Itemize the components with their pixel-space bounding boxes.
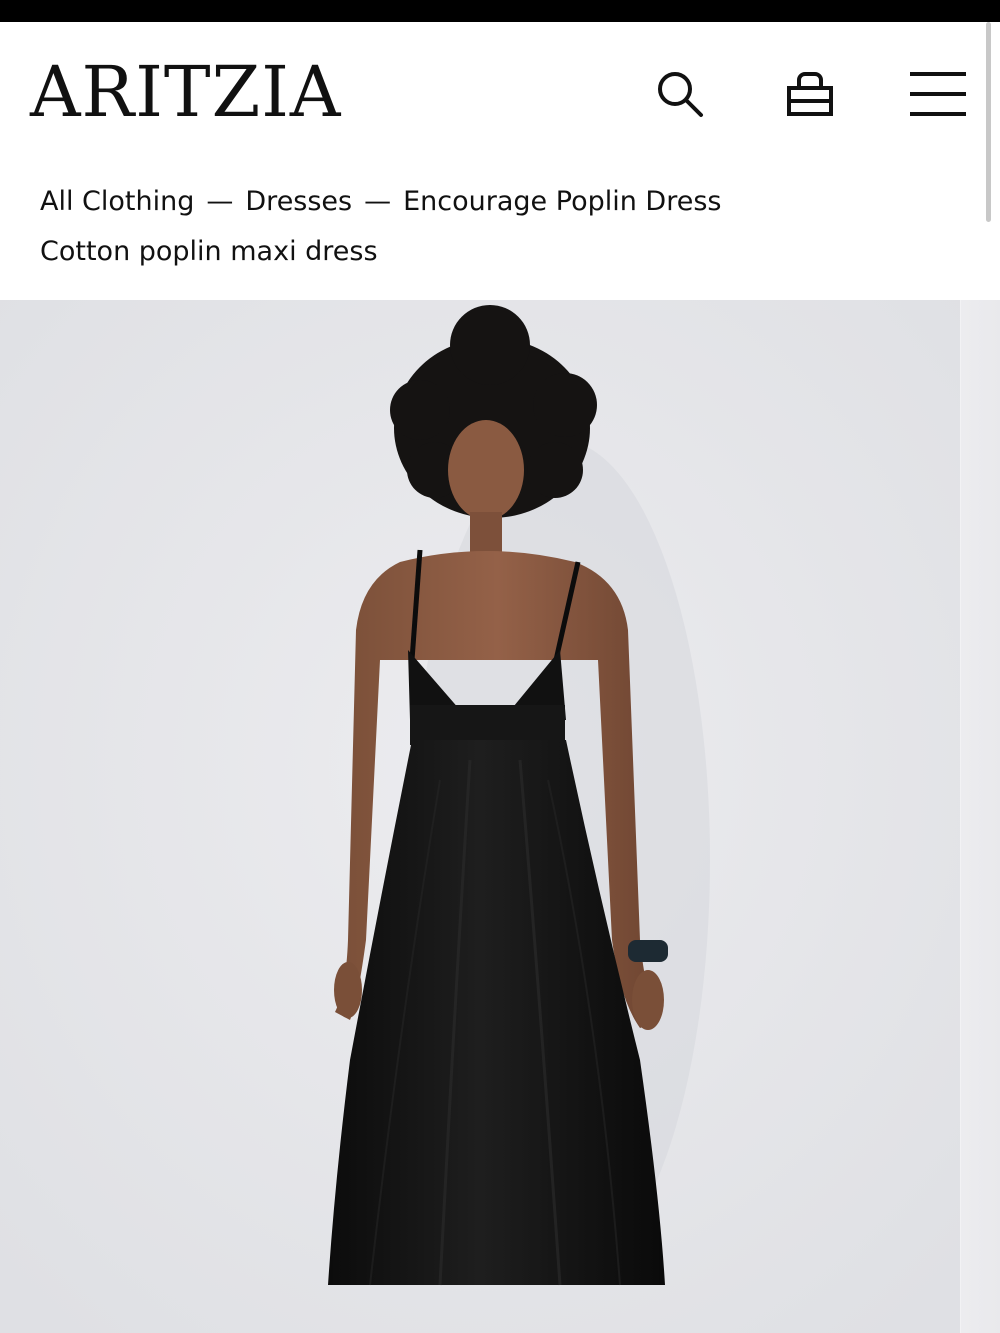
breadcrumb-separator: — — [206, 186, 234, 217]
product-subtitle: Cotton poplin maxi dress — [40, 236, 378, 267]
breadcrumb-current-product: Encourage Poplin Dress — [403, 186, 722, 217]
search-icon — [658, 72, 703, 117]
shopping-bag-button[interactable] — [780, 64, 840, 124]
product-page: ARITZIA All Clothing — Dresses — Encoura… — [0, 0, 1000, 1333]
scrollbar-thumb[interactable] — [986, 22, 991, 222]
breadcrumb-dresses[interactable]: Dresses — [245, 186, 352, 217]
brand-logo[interactable]: ARITZIA — [30, 52, 341, 132]
status-bar — [0, 0, 1000, 22]
model-photo — [0, 300, 960, 1333]
search-button[interactable] — [650, 64, 710, 124]
product-image[interactable] — [0, 300, 960, 1333]
breadcrumb-all-clothing[interactable]: All Clothing — [40, 186, 194, 217]
menu-icon — [910, 72, 966, 116]
breadcrumb: All Clothing — Dresses — Encourage Poplin Dr… — [40, 182, 721, 222]
site-header: ARITZIA All Clothing — Dresses — Encoura… — [0, 22, 1000, 300]
next-image-preview[interactable] — [960, 300, 1000, 1333]
breadcrumb-separator: — — [364, 186, 392, 217]
bag-icon — [787, 72, 833, 116]
menu-button[interactable] — [908, 64, 968, 124]
